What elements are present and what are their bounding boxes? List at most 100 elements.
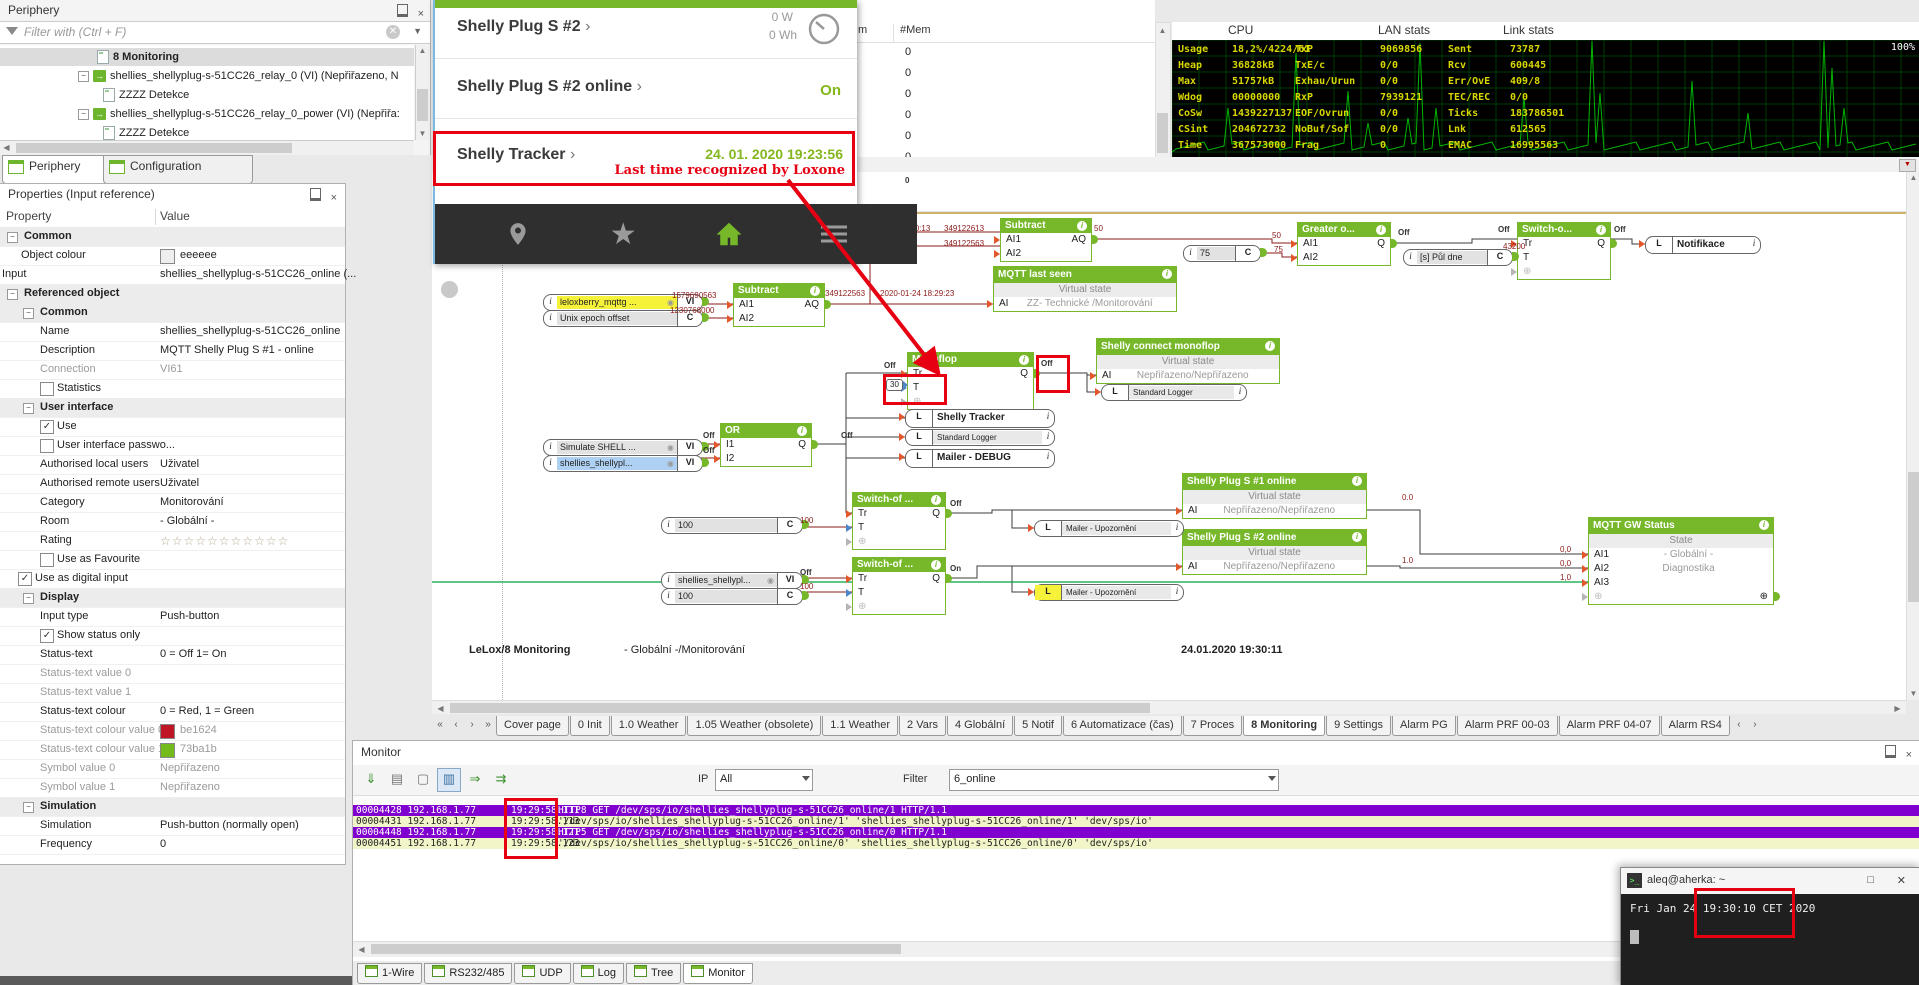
- property-value[interactable]: Push-button: [160, 610, 219, 622]
- block-subtract-1[interactable]: SubtractiAI1AQAI2: [1000, 218, 1092, 262]
- column-m[interactable]: m: [858, 24, 867, 36]
- capsule-shellies-online-input-1[interactable]: ishellies_shellypl...◉VI: [543, 455, 703, 472]
- input-port[interactable]: [987, 300, 993, 308]
- property-value[interactable]: Uživatel: [160, 477, 199, 489]
- property-row[interactable]: Status-text colour value 0be1624: [0, 721, 345, 741]
- property-row[interactable]: Symbol value 1Nepřiřazeno: [0, 778, 345, 798]
- info-icon[interactable]: i: [797, 426, 807, 436]
- pin-icon[interactable]: [310, 188, 321, 201]
- property-row[interactable]: Status-text colour value 173ba1b: [0, 740, 345, 760]
- property-row[interactable]: Statistics: [0, 379, 345, 399]
- checkbox[interactable]: ✓: [18, 572, 32, 586]
- collapse-icon[interactable]: −: [7, 289, 18, 300]
- tab-monitor[interactable]: Monitor: [683, 963, 753, 984]
- sheet-nav-icon[interactable]: ‹: [448, 716, 464, 730]
- block-shelly-plug-1-online[interactable]: Shelly Plug S #1 onlineiVirtual stateAIN…: [1182, 473, 1367, 519]
- info-icon[interactable]: i: [1265, 341, 1275, 351]
- sheet-tab[interactable]: Cover page: [496, 716, 569, 736]
- info-icon[interactable]: i: [810, 286, 820, 296]
- property-value[interactable]: MQTT Shelly Plug S #1 - online: [160, 344, 314, 356]
- property-value[interactable]: Push-button (normally open): [160, 819, 299, 831]
- property-row[interactable]: ConnectionVI61: [0, 360, 345, 380]
- tree-item[interactable]: −→shellies_shellyplug-s-51CC26_relay_0 (…: [0, 67, 414, 85]
- property-row[interactable]: DescriptionMQTT Shelly Plug S #1 - onlin…: [0, 341, 345, 361]
- log-row[interactable]: 00004428 192.168.1.7719:29:58.111HTTP8 G…: [353, 805, 1919, 816]
- input-port[interactable]: [1511, 268, 1517, 276]
- input-port[interactable]: [1582, 579, 1588, 587]
- checkbox[interactable]: ✓: [40, 629, 54, 643]
- close-icon[interactable]: ×: [418, 8, 424, 20]
- property-row[interactable]: Status-text value 1: [0, 683, 345, 703]
- input-port[interactable]: [846, 575, 852, 583]
- collapse-icon[interactable]: −: [23, 802, 34, 813]
- property-group-row[interactable]: −Referenced object: [0, 284, 345, 304]
- sheet-tab[interactable]: 1.0 Weather: [611, 716, 687, 736]
- input-port[interactable]: [727, 301, 733, 309]
- tab-log[interactable]: Log: [573, 963, 624, 984]
- diagram-horizontal-scrollbar[interactable]: ◀ ▶: [432, 700, 1906, 715]
- info-icon[interactable]: i: [1019, 355, 1029, 365]
- search-input[interactable]: Filter with (Ctrl + F): [24, 25, 126, 39]
- column-property[interactable]: Property: [6, 209, 51, 223]
- logger-capsule-notifikace[interactable]: LNotifikacei: [1645, 236, 1761, 254]
- tree-item[interactable]: ZZZZ Detekce: [0, 86, 414, 104]
- property-row[interactable]: ✓Show status only: [0, 626, 345, 646]
- input-port[interactable]: [1582, 565, 1588, 573]
- input-port[interactable]: [994, 236, 1000, 244]
- property-row[interactable]: Use as Favourite: [0, 550, 345, 570]
- capsule-const-100-a[interactable]: i100C: [661, 517, 803, 534]
- property-group-row[interactable]: −Simulation: [0, 797, 345, 817]
- log-row[interactable]: 00004451 192.168.1.7719:29:58.123'/dev/s…: [353, 838, 1919, 849]
- sheet-tab[interactable]: 9 Settings: [1326, 716, 1391, 736]
- collapse-icon[interactable]: −: [23, 308, 34, 319]
- block-mqtt-gw-status[interactable]: MQTT GW StatusiStateAI1- Globální -AI2Di…: [1588, 517, 1774, 605]
- block-mqtt-last-seen[interactable]: MQTT last seeniVirtual stateAIZZ- Techni…: [993, 266, 1177, 312]
- sheet-nav-icon[interactable]: ›: [464, 716, 480, 730]
- capsule-half-day-const[interactable]: i[s] Půl dneC: [1403, 249, 1513, 266]
- property-group-row[interactable]: −Display: [0, 588, 345, 608]
- ip-select[interactable]: All: [715, 769, 813, 791]
- block-greater[interactable]: Greater o...iAI1QAI2: [1297, 222, 1391, 266]
- block-or[interactable]: ORiI1QI2: [720, 423, 812, 467]
- new-page-icon[interactable]: ▢: [411, 768, 435, 792]
- property-row[interactable]: Nameshellies_shellyplug-s-51CC26_online: [0, 322, 345, 342]
- property-group-row[interactable]: −Common: [0, 227, 345, 247]
- block-switch-off-1[interactable]: Switch-of ...iTrQT⊕: [852, 492, 946, 550]
- info-icon[interactable]: i: [1596, 225, 1606, 235]
- property-value[interactable]: Monitorování: [160, 496, 224, 508]
- property-row[interactable]: Status-text colour0 = Red, 1 = Green: [0, 702, 345, 722]
- column-mem[interactable]: #Mem: [900, 24, 931, 36]
- logger-capsule-mailer-debug[interactable]: LMailer - DEBUGi: [905, 449, 1055, 468]
- property-group-row[interactable]: −Common: [0, 303, 345, 323]
- sheet-tab[interactable]: Alarm PRF 04-07: [1559, 716, 1660, 736]
- input-port[interactable]: [1291, 254, 1297, 262]
- sheet-scroll-icon[interactable]: ›: [1747, 716, 1763, 730]
- tree-item[interactable]: ZZZZ Detekce: [0, 124, 414, 140]
- input-port[interactable]: [846, 538, 852, 546]
- log-row[interactable]: 00004448 192.168.1.7719:29:58.121HTTP5 G…: [353, 827, 1919, 838]
- close-icon[interactable]: ×: [1906, 749, 1912, 761]
- info-icon[interactable]: i: [931, 495, 941, 505]
- input-port[interactable]: [1090, 372, 1096, 380]
- sheet-nav-icon[interactable]: «: [432, 716, 448, 730]
- sheet-tab[interactable]: 5 Notif: [1014, 716, 1062, 736]
- pin-icon[interactable]: [1885, 745, 1896, 758]
- block-switch-top[interactable]: Switch-o...iTrQT⊕: [1517, 222, 1611, 280]
- block-switch-off-2[interactable]: Switch-of ...iTrQT⊕: [852, 557, 946, 615]
- info-icon[interactable]: i: [1162, 269, 1172, 279]
- mem-vertical-scrollbar[interactable]: ▲: [1155, 22, 1171, 159]
- sheet-tab[interactable]: 0 Init: [570, 716, 610, 736]
- collapse-icon[interactable]: −: [23, 593, 34, 604]
- property-row[interactable]: SimulationPush-button (normally open): [0, 816, 345, 836]
- input-port[interactable]: [727, 315, 733, 323]
- collapse-button[interactable]: ▼: [1899, 159, 1916, 172]
- property-row[interactable]: Status-text value 0: [0, 664, 345, 684]
- location-pin-icon[interactable]: [501, 217, 535, 251]
- info-icon[interactable]: i: [1759, 520, 1769, 530]
- property-row[interactable]: Frequency0: [0, 835, 345, 855]
- property-value[interactable]: Nepřiřazeno: [160, 781, 220, 793]
- input-port[interactable]: [846, 603, 852, 611]
- logger-capsule-mailer-upozorneni-1[interactable]: LMailer - Upozorněníi: [1034, 520, 1184, 537]
- sheet-tab[interactable]: 1.1 Weather: [822, 716, 898, 736]
- sheet-nav-icon[interactable]: »: [480, 716, 496, 730]
